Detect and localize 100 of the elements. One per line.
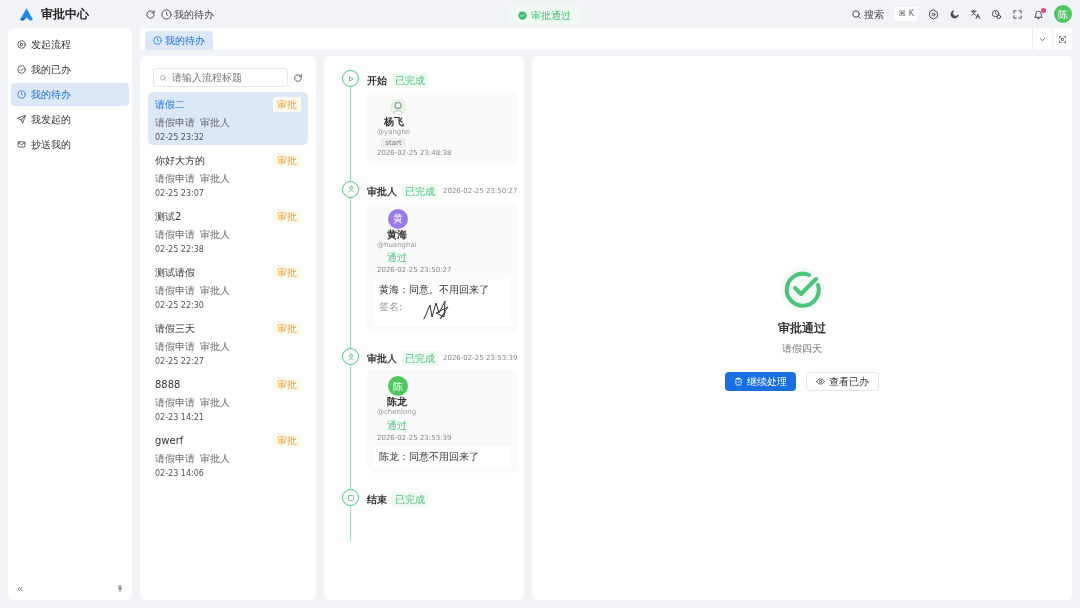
- refresh-button[interactable]: [293, 72, 303, 83]
- breadcrumb-tab[interactable]: 我的待办: [160, 6, 214, 22]
- task-category: 请假申请: [155, 115, 195, 130]
- toast-text: 审批通过: [531, 9, 571, 23]
- search-button[interactable]: 搜索: [850, 6, 885, 22]
- task-item[interactable]: 8888 审批 请假申请 审批人 02-23 14:21: [148, 372, 308, 425]
- clipboard-icon: [734, 377, 743, 386]
- comment-text: 黄海：同意。不用回来了: [379, 282, 490, 297]
- signature-label: 签名:: [379, 300, 403, 314]
- moon-icon: [949, 8, 960, 20]
- search-icon: [850, 8, 862, 20]
- user-name: 杨飞: [383, 116, 404, 127]
- search-icon: [159, 74, 167, 82]
- fullscreen-button[interactable]: [1012, 8, 1023, 20]
- task-category: 请假申请: [155, 171, 195, 186]
- task-role: 审批人: [200, 283, 230, 298]
- fullscreen-icon: [1012, 8, 1023, 20]
- type-tag: 审批: [273, 321, 301, 336]
- user-name: 黄海: [386, 228, 407, 240]
- shortcut-hint: ⌘ K: [894, 7, 918, 21]
- timezone-button[interactable]: [991, 8, 1002, 20]
- sidebar-item[interactable]: 我的已办: [11, 58, 129, 81]
- task-title: 8888: [155, 378, 181, 392]
- clock-icon: [17, 90, 26, 99]
- task-role: 审批人: [200, 395, 230, 410]
- task-category: 请假申请: [155, 395, 195, 410]
- success-check-icon: [778, 265, 826, 313]
- continue-button[interactable]: 继续处理: [725, 372, 796, 391]
- type-tag: 审批: [273, 153, 301, 168]
- task-time: 02-25 23:32: [155, 132, 205, 144]
- bell-icon: [1033, 8, 1044, 20]
- status-tag: 已完成: [392, 492, 428, 507]
- clock-icon: [160, 8, 172, 20]
- task-title: 测试2: [155, 210, 182, 224]
- settings-icon: [928, 8, 939, 20]
- check-circle-icon: [17, 65, 26, 74]
- task-time: 02-25 22:38: [155, 244, 205, 256]
- task-item[interactable]: 测试2 审批 请假申请 审批人 02-25 22:38: [148, 204, 308, 257]
- sidebar-item[interactable]: 抄送我的: [11, 133, 129, 156]
- user-name: 陈龙: [386, 396, 407, 407]
- type-tag: 审批: [273, 97, 301, 112]
- user-avatar: 陈: [388, 376, 408, 396]
- task-title: 你好大方的: [155, 154, 205, 168]
- check-circle-icon: [518, 11, 527, 20]
- send-icon: [17, 115, 26, 124]
- result-tag: 通过: [386, 250, 407, 265]
- task-category: 请假申请: [155, 283, 195, 298]
- status-tag: 已完成: [402, 183, 438, 199]
- task-role: 审批人: [200, 171, 230, 186]
- language-button[interactable]: [970, 8, 981, 20]
- task-title: 测试请假: [155, 266, 195, 280]
- collapse-button[interactable]: [16, 584, 24, 593]
- task-title: gwerf: [155, 434, 184, 448]
- type-tag: 审批: [273, 377, 301, 392]
- focus-icon: [1058, 34, 1067, 44]
- node-title: 审批人: [367, 184, 397, 199]
- search-field[interactable]: 请输入流程标题: [153, 68, 288, 87]
- result-subtitle: 请假四天: [782, 342, 822, 356]
- view-button[interactable]: 查看已办: [806, 372, 879, 391]
- notification-button[interactable]: [1033, 8, 1044, 20]
- task-category: 请假申请: [155, 339, 195, 354]
- clock-icon: [991, 8, 1002, 20]
- task-role: 审批人: [200, 451, 230, 466]
- settings-button[interactable]: [928, 8, 939, 20]
- task-time: 02-25 23:07: [155, 188, 205, 200]
- tab[interactable]: 我的待办: [145, 31, 213, 50]
- task-item[interactable]: 测试请假 审批 请假申请 审批人 02-25 22:30: [148, 260, 308, 313]
- task-role: 审批人: [200, 339, 230, 354]
- clock-icon: [153, 36, 162, 45]
- refresh-icon: [293, 72, 303, 83]
- user-avatar: 黄: [388, 208, 408, 229]
- avatar-icon: [389, 98, 407, 116]
- task-role: 审批人: [200, 115, 230, 130]
- logo-icon: [18, 5, 35, 23]
- task-item[interactable]: 请假三天 审批 请假申请 审批人 02-25 22:27: [148, 316, 308, 369]
- app-title: 审批中心: [41, 6, 89, 23]
- theme-button[interactable]: [949, 8, 960, 20]
- task-title: 请假二: [155, 98, 185, 112]
- task-role: 审批人: [200, 227, 230, 242]
- sidebar-item[interactable]: 我的待办: [11, 83, 129, 106]
- status-tag: 已完成: [402, 351, 438, 366]
- translate-icon: [970, 8, 981, 20]
- task-item[interactable]: 你好大方的 审批 请假申请 审批人 02-25 23:07: [148, 148, 308, 201]
- pin-button[interactable]: [116, 584, 124, 593]
- result-title: 审批通过: [778, 320, 826, 337]
- task-item[interactable]: gwerf 审批 请假申请 审批人 02-23 14:06: [148, 428, 308, 481]
- task-time: 02-25 22:27: [155, 356, 205, 368]
- eye-icon: [816, 377, 825, 386]
- task-category: 请假申请: [155, 227, 195, 242]
- pin-icon: [116, 584, 124, 593]
- node-title: 结束: [367, 493, 387, 507]
- task-item[interactable]: 请假二 审批 请假申请 审批人 02-25 23:32: [148, 92, 308, 145]
- play-icon: [17, 40, 26, 49]
- type-tag: 审批: [273, 433, 301, 448]
- sidebar-item[interactable]: 发起流程: [11, 33, 129, 56]
- status-tag: 已完成: [392, 73, 428, 88]
- refresh-button[interactable]: [144, 8, 156, 20]
- sidebar-item[interactable]: 我发起的: [11, 108, 129, 131]
- result-tag: 通过: [386, 417, 407, 433]
- mail-icon: [17, 140, 26, 149]
